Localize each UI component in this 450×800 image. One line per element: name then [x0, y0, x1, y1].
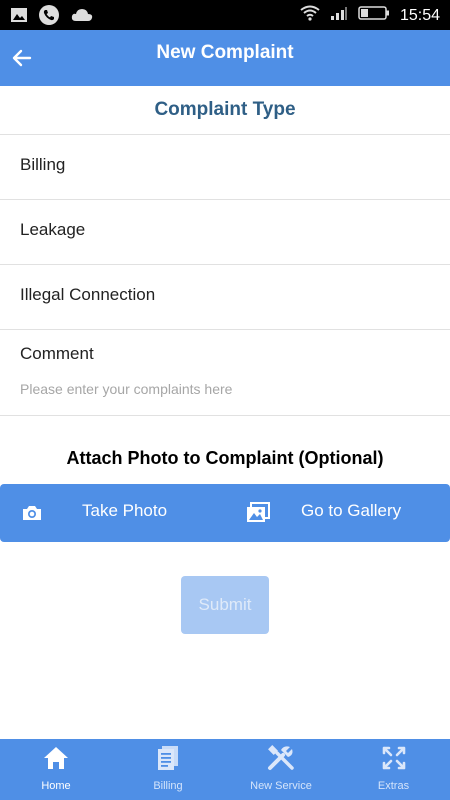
- battery-icon: [358, 5, 390, 26]
- expand-icon: [380, 744, 408, 777]
- take-photo-label: Take Photo: [82, 501, 168, 520]
- home-icon: [42, 744, 70, 777]
- nav-billing[interactable]: Billing: [112, 739, 224, 800]
- comment-input[interactable]: [20, 377, 430, 401]
- nav-label: Billing: [153, 780, 183, 792]
- tools-icon: [266, 744, 296, 777]
- nav-label: Home: [41, 780, 71, 792]
- nav-label: Extras: [377, 780, 410, 792]
- comment-section: Comment: [0, 330, 450, 416]
- camera-icon: [20, 501, 44, 530]
- complaint-type-label: Illegal Connection: [20, 285, 156, 304]
- nav-extras[interactable]: Extras: [337, 739, 450, 800]
- complaint-type-illegal-connection[interactable]: Illegal Connection: [0, 265, 450, 330]
- complaint-type-label: Billing: [20, 155, 66, 174]
- submit-button[interactable]: Submit: [181, 576, 269, 634]
- go-to-gallery-button[interactable]: Go to Gallery: [225, 484, 450, 542]
- phone-icon: [38, 4, 60, 31]
- complaint-type-leakage[interactable]: Leakage: [0, 200, 450, 265]
- signal-icon: [330, 5, 348, 26]
- nav-home[interactable]: Home: [0, 739, 112, 800]
- document-icon: [154, 744, 182, 777]
- take-photo-button[interactable]: Take Photo: [0, 484, 225, 542]
- status-bar: 15:54: [0, 0, 450, 30]
- cloud-icon: [70, 6, 94, 29]
- comment-label: Comment: [20, 344, 94, 363]
- status-time: 15:54: [399, 6, 440, 24]
- complaint-type-label: Leakage: [20, 220, 86, 239]
- page-title: New Complaint: [156, 42, 294, 63]
- back-button[interactable]: [6, 42, 38, 74]
- nav-new-service[interactable]: New Service: [225, 739, 337, 800]
- nav-label: New Service: [250, 780, 312, 792]
- attach-photo-heading: Attach Photo to Complaint (Optional): [66, 448, 384, 468]
- app-bar: New Complaint: [0, 30, 450, 86]
- back-arrow-icon: [12, 49, 32, 67]
- photo-options-bar: Take Photo Go to Gallery: [0, 484, 450, 542]
- complaint-type-billing[interactable]: Billing: [0, 135, 450, 200]
- bottom-navigation: Home Billing New Service Extras: [0, 739, 450, 800]
- gallery-icon: [10, 6, 28, 29]
- complaint-type-heading: Complaint Type: [0, 86, 450, 135]
- go-to-gallery-label: Go to Gallery: [301, 501, 402, 520]
- wifi-icon: [300, 5, 320, 26]
- gallery-icon: [245, 501, 271, 530]
